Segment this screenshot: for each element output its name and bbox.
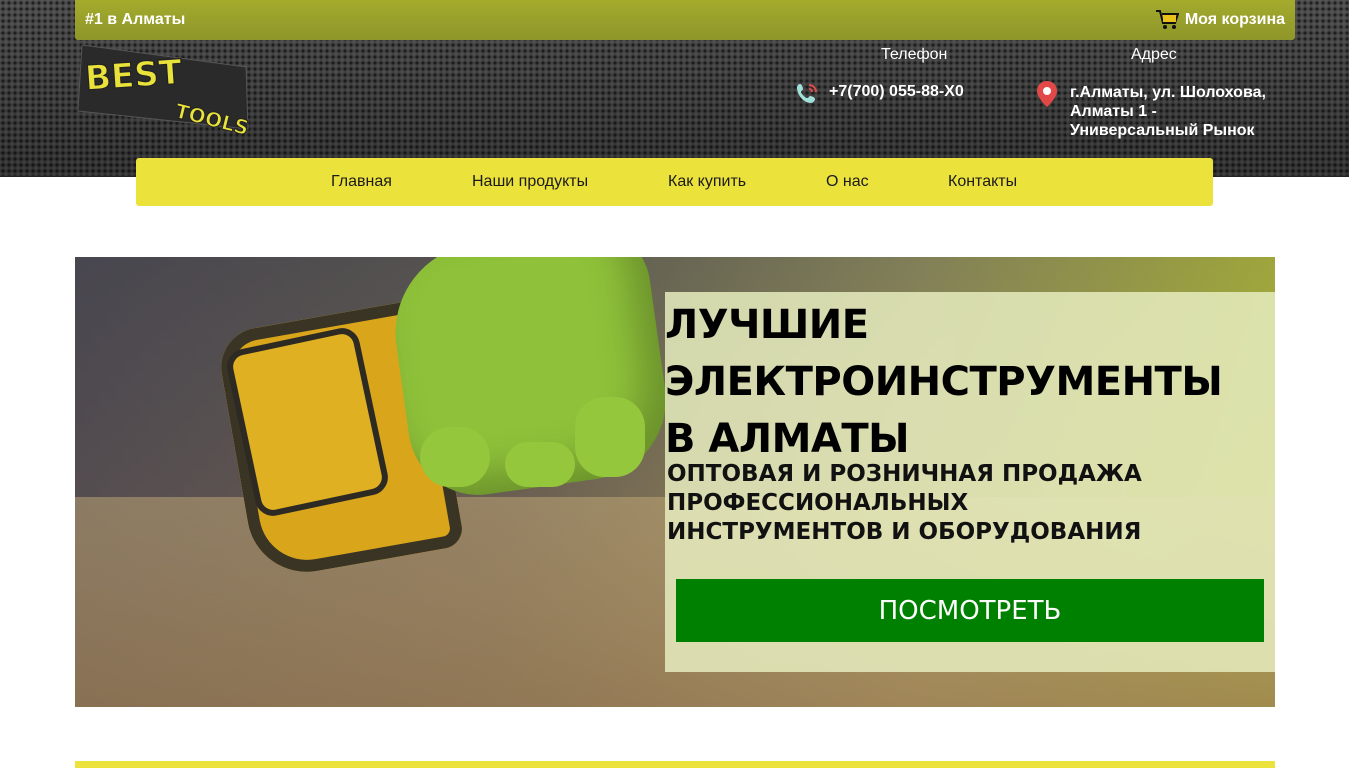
phone-icon — [797, 84, 817, 103]
hero-title-line: ЭЛЕКТРОИНСТРУМЕНТЫ — [665, 359, 1223, 405]
cart-icon — [1155, 10, 1179, 29]
phone-number[interactable]: +7(700) 055-88-X0 — [829, 83, 964, 101]
glove-finger-image — [575, 397, 645, 477]
phone-block[interactable]: +7(700) 055-88-X0 — [793, 80, 964, 108]
location-pin-icon — [1037, 81, 1057, 107]
hero-banner: ЛУЧШИЕ ЭЛЕКТРОИНСТРУМЕНТЫ В АЛМАТЫ ОПТОВ… — [75, 257, 1275, 707]
address-block: г.Алматы, ул. Шолохова, Алматы 1 - Униве… — [1036, 80, 1270, 140]
logo-best-text: BEST — [84, 52, 184, 99]
glove-finger-image — [420, 427, 490, 487]
address-text: г.Алматы, ул. Шолохова, Алматы 1 - Униве… — [1070, 84, 1266, 139]
tagline: #1 в Алматы — [85, 11, 186, 28]
hero-text-panel: ЛУЧШИЕ ЭЛЕКТРОИНСТРУМЕНТЫ В АЛМАТЫ ОПТОВ… — [665, 292, 1275, 672]
hero-title-line: ЛУЧШИЕ — [665, 302, 869, 348]
nav-item-contacts[interactable]: Контакты — [948, 173, 1017, 191]
glove-finger-image — [505, 442, 575, 487]
hero-title: ЛУЧШИЕ ЭЛЕКТРОИНСТРУМЕНТЫ В АЛМАТЫ — [665, 297, 1223, 468]
nav-item-how-to-buy[interactable]: Как купить — [668, 173, 746, 191]
nav-item-home[interactable]: Главная — [331, 173, 392, 191]
nav-item-about[interactable]: О нас — [826, 173, 869, 191]
hero-subtitle: ОПТОВАЯ И РОЗНИЧНАЯ ПРОДАЖА ПРОФЕССИОНАЛ… — [667, 460, 1142, 547]
best-tools-logo[interactable]: BEST TOOLS — [78, 45, 253, 137]
address-label: Адрес — [1131, 46, 1177, 63]
phone-label: Телефон — [881, 46, 948, 63]
view-button[interactable]: ПОСМОТРЕТЬ — [676, 579, 1264, 642]
hero-subtitle-line: ПРОФЕССИОНАЛЬНЫХ — [667, 490, 969, 516]
nav-item-products[interactable]: Наши продукты — [472, 173, 588, 191]
hero-subtitle-line: ИНСТРУМЕНТОВ И ОБОРУДОВАНИЯ — [667, 519, 1142, 545]
cart-button[interactable]: Моя корзина — [1155, 9, 1285, 31]
site-header: #1 в Алматы Моя корзина BEST TOOLS Телеф… — [0, 0, 1349, 177]
main-nav: Главная Наши продукты Как купить О нас К… — [136, 158, 1213, 206]
hero-subtitle-line: ОПТОВАЯ И РОЗНИЧНАЯ ПРОДАЖА — [667, 461, 1142, 487]
top-bar: #1 в Алматы Моя корзина — [75, 0, 1295, 40]
cart-label: Моя корзина — [1184, 11, 1285, 28]
section-divider — [75, 761, 1275, 768]
